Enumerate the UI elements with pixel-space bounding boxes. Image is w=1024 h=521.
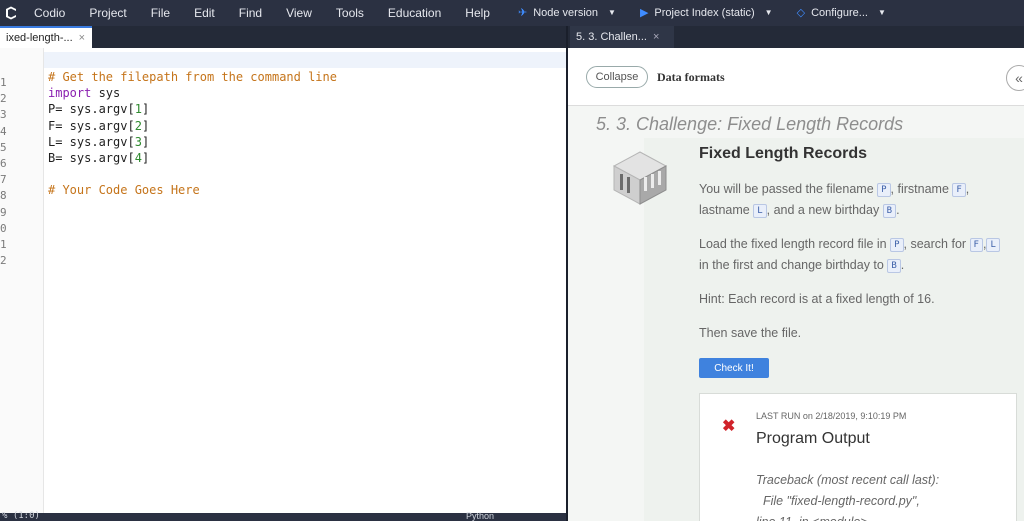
close-icon[interactable]: × <box>653 31 659 43</box>
active-line-highlight <box>44 52 566 68</box>
check-it-button[interactable]: Check It! <box>699 358 769 378</box>
chevron-down-icon: ▼ <box>877 8 886 17</box>
guide-pane: 5. 3. Challen... × Collapse Data formats… <box>568 26 1024 521</box>
code-comment: # Your Code Goes Here <box>48 183 200 198</box>
save-instruction: Then save the file. <box>699 326 802 340</box>
guide-tab-bar: 5. 3. Challen... × <box>568 26 1024 48</box>
collapse-button[interactable]: Collapse <box>586 66 648 88</box>
fail-icon: ✖ <box>722 418 736 435</box>
challenge-title: Fixed Length Records <box>699 145 868 162</box>
project-index-button[interactable]: ▶ Project Index (static) ▼ <box>628 0 785 26</box>
last-run-timestamp: LAST RUN on 2/18/2019, 9:10:19 PM <box>756 411 907 421</box>
code-chip: P <box>877 183 891 197</box>
hint-text: Hint: Each record is at a fixed length o… <box>699 292 935 306</box>
code-chip: F <box>969 238 983 252</box>
editor-pane: ixed-length-... × 1 2 3 4 5 6 7 8 9 0 1 … <box>0 26 566 521</box>
editor-tab-bar: ixed-length-... × <box>0 26 566 48</box>
guide-header: Collapse Data formats « <box>568 48 1024 106</box>
language-mode[interactable]: Python <box>466 511 494 521</box>
line-number: 9 <box>0 205 7 219</box>
editor-status-bar: % (1:0) Python <box>0 511 566 521</box>
challenge-icon <box>610 150 670 206</box>
code-editor[interactable]: # Get the filepath from the command line… <box>48 69 337 199</box>
code-chip: L <box>986 238 1000 252</box>
code-chip: B <box>887 259 901 273</box>
menu-tools[interactable]: Tools <box>324 0 376 26</box>
code-chip: L <box>753 204 767 218</box>
code-comment: # Get the filepath from the command line <box>48 70 337 84</box>
editor-file-tab[interactable]: ixed-length-... × <box>0 26 92 48</box>
menu-help[interactable]: Help <box>453 0 502 26</box>
code-chip: B <box>882 204 897 218</box>
program-output-panel: ✖ LAST RUN on 2/18/2019, 9:10:19 PM Prog… <box>699 393 1017 521</box>
node-version-button[interactable]: ✈ Node version ▼ <box>506 0 628 26</box>
instruction-paragraph: You will be passed the filename P, first… <box>699 182 970 218</box>
line-number: 4 <box>0 124 7 138</box>
line-number: 2 <box>0 254 7 268</box>
line-number: 7 <box>0 173 7 187</box>
menu-find[interactable]: Find <box>227 0 274 26</box>
menu-education[interactable]: Education <box>376 0 453 26</box>
line-number-gutter: 1 2 3 4 5 6 7 8 9 0 1 2 <box>0 48 44 513</box>
code-keyword: import <box>48 86 92 101</box>
line-number: 1 <box>0 238 7 252</box>
instruction-paragraph: Load the fixed length record file in P, … <box>699 234 1009 276</box>
line-number: 5 <box>0 140 7 154</box>
rocket-icon: ✈ <box>517 7 528 19</box>
diamond-icon: ◇ <box>796 7 806 19</box>
codio-logo-icon[interactable] <box>0 0 22 26</box>
section-name: Data formats <box>657 70 725 84</box>
play-icon: ▶ <box>639 7 649 19</box>
menu-edit[interactable]: Edit <box>182 0 227 26</box>
page-title: 5. 3. Challenge: Fixed Length Records <box>596 114 904 134</box>
guide-tab[interactable]: 5. 3. Challen... × <box>570 26 674 48</box>
code-chip: P <box>890 238 904 252</box>
chevron-down-icon: ▼ <box>764 8 773 17</box>
menu-codio[interactable]: Codio <box>22 0 77 26</box>
guide-tab-label: 5. 3. Challen... <box>576 31 647 43</box>
line-number: 0 <box>0 221 7 235</box>
line-number: 6 <box>0 157 7 171</box>
line-number: 3 <box>0 108 7 122</box>
menu-view[interactable]: View <box>274 0 324 26</box>
line-numbers: 1 2 3 4 5 6 7 8 9 0 1 2 <box>0 75 7 269</box>
line-number: 2 <box>0 92 7 106</box>
traceback-text: Traceback (most recent call last): File … <box>756 473 940 521</box>
node-version-label: Node version <box>533 7 599 19</box>
editor-tab-label: ixed-length-... <box>6 32 73 44</box>
close-icon[interactable]: × <box>79 32 85 44</box>
menu-bar: Codio Project File Edit Find View Tools … <box>0 0 1024 26</box>
line-number: 1 <box>0 76 7 89</box>
configure-label: Configure... <box>811 7 868 19</box>
menu-project[interactable]: Project <box>77 0 138 26</box>
project-index-label: Project Index (static) <box>654 7 755 19</box>
output-title: Program Output <box>756 430 870 447</box>
line-number: 8 <box>0 189 7 203</box>
code-chip: F <box>952 183 966 197</box>
back-arrow-icon[interactable]: « <box>1006 65 1024 91</box>
menu-file[interactable]: File <box>139 0 182 26</box>
cursor-position: % (1:0) <box>2 511 40 521</box>
configure-button[interactable]: ◇ Configure... ▼ <box>785 0 898 26</box>
chevron-down-icon: ▼ <box>608 8 616 17</box>
